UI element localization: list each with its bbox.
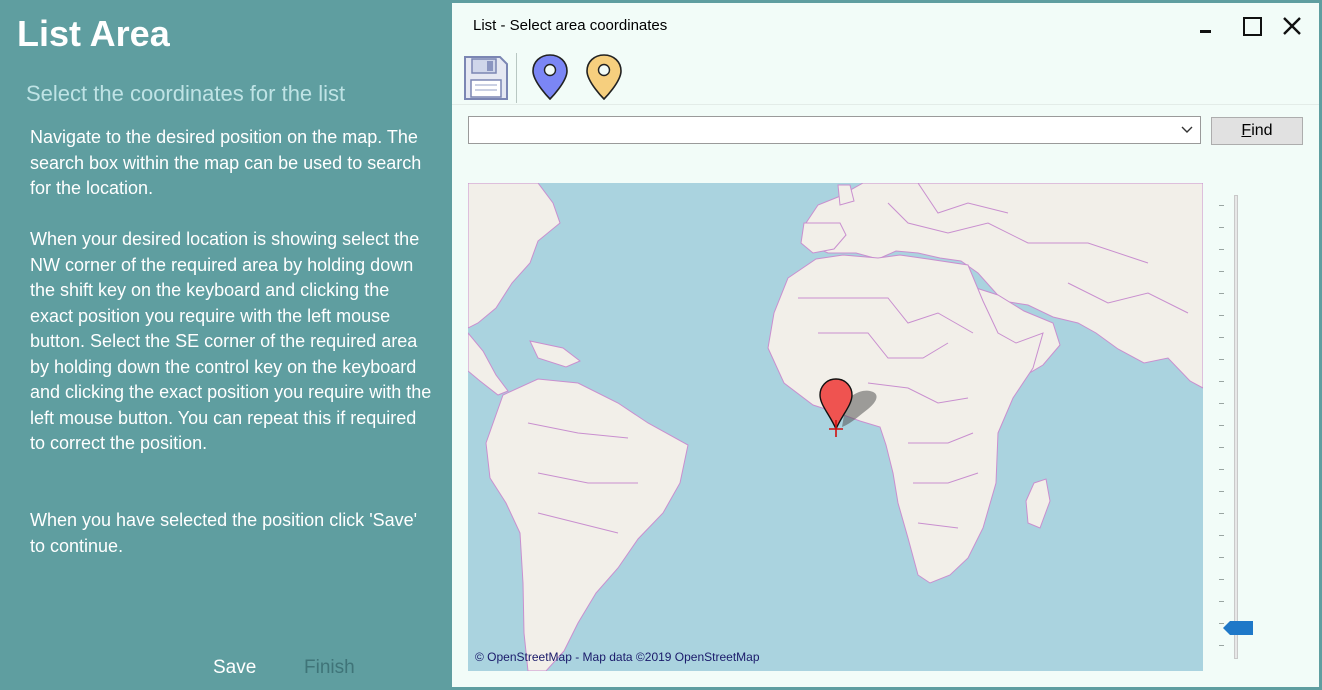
location-search-input[interactable]	[473, 120, 1177, 142]
zoom-tick	[1219, 227, 1224, 228]
dialog-title: List - Select area coordinates	[473, 17, 668, 34]
zoom-tick	[1219, 293, 1224, 294]
zoom-tick	[1219, 535, 1224, 536]
minimize-button[interactable]	[1192, 11, 1222, 41]
find-button[interactable]: Find	[1211, 117, 1303, 145]
chevron-down-icon[interactable]	[1180, 123, 1194, 137]
blue-map-pin-icon	[532, 54, 568, 101]
instruction-paragraph-2: When your desired location is showing se…	[30, 229, 432, 453]
zoom-tick	[1219, 645, 1224, 646]
panel-title: List Area	[17, 13, 170, 54]
save-toolbar-button[interactable]	[460, 51, 512, 103]
close-button[interactable]	[1278, 11, 1308, 41]
instruction-paragraph-3: When you have selected the position clic…	[30, 510, 418, 556]
zoom-tick	[1219, 601, 1224, 602]
yellow-map-pin-icon	[586, 54, 622, 101]
instructions-panel: List Area Select the coordinates for the…	[3, 3, 452, 687]
find-accelerator: F	[1241, 122, 1252, 139]
instruction-paragraph-1: Navigate to the desired position on the …	[30, 127, 422, 198]
zoom-tick	[1219, 315, 1224, 316]
nw-corner-pin-button[interactable]	[524, 51, 576, 103]
zoom-tick	[1219, 469, 1224, 470]
se-corner-pin-button[interactable]	[578, 51, 630, 103]
maximize-icon	[1243, 17, 1262, 36]
location-search-combobox[interactable]	[468, 116, 1201, 144]
zoom-tick	[1219, 205, 1224, 206]
save-button[interactable]: Save	[213, 657, 256, 679]
map-attribution: © OpenStreetMap - Map data ©2019 OpenStr…	[475, 650, 760, 664]
zoom-tick	[1219, 491, 1224, 492]
toolbar-separator	[516, 53, 517, 103]
map-view[interactable]: © OpenStreetMap - Map data ©2019 OpenStr…	[468, 183, 1203, 671]
world-map	[468, 183, 1203, 671]
zoom-tick	[1219, 447, 1224, 448]
zoom-tick	[1219, 271, 1224, 272]
finish-button[interactable]: Finish	[304, 657, 355, 679]
zoom-tick	[1219, 425, 1224, 426]
close-icon	[1283, 17, 1301, 35]
zoom-tick	[1219, 513, 1224, 514]
floppy-disk-icon	[464, 56, 508, 100]
zoom-tick	[1219, 403, 1224, 404]
zoom-slider[interactable]	[1214, 193, 1253, 663]
panel-subtitle: Select the coordinates for the list	[26, 81, 346, 106]
select-area-dialog: List - Select area coordinates Find © Op…	[452, 3, 1319, 687]
zoom-tick	[1219, 381, 1224, 382]
zoom-tick	[1219, 359, 1224, 360]
find-label: ind	[1251, 122, 1273, 139]
zoom-slider-thumb[interactable]	[1222, 620, 1254, 636]
maximize-button[interactable]	[1238, 11, 1268, 41]
toolbar-divider	[452, 104, 1319, 105]
zoom-tick	[1219, 337, 1224, 338]
minimize-icon	[1200, 30, 1211, 33]
zoom-tick	[1219, 249, 1224, 250]
zoom-slider-track[interactable]	[1234, 195, 1238, 659]
zoom-tick	[1219, 557, 1224, 558]
zoom-tick	[1219, 579, 1224, 580]
